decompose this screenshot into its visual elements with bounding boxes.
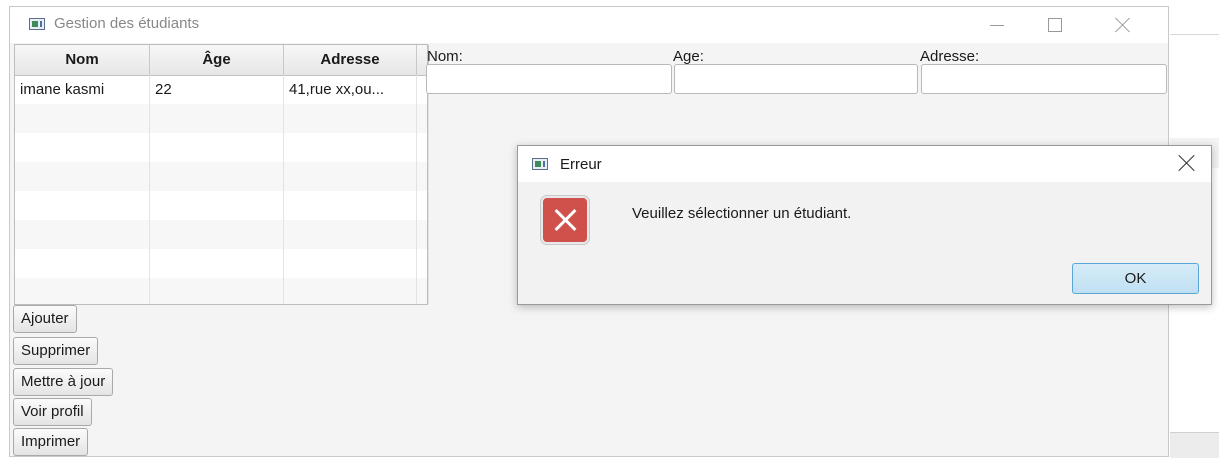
error-dialog: Erreur Veuillez sélectionner un étudiant…: [517, 145, 1212, 305]
empty-cell: [417, 133, 429, 162]
empty-cell: [284, 133, 417, 162]
column-header-nom[interactable]: Nom: [15, 45, 150, 75]
empty-cell: [417, 220, 429, 249]
empty-cell: [284, 162, 417, 191]
empty-cell: [150, 162, 284, 191]
table-header: Nom Âge Adresse: [15, 45, 429, 76]
delete-button[interactable]: Supprimer: [13, 337, 99, 365]
close-icon: [1115, 17, 1131, 33]
empty-cell: [417, 162, 429, 191]
background-window-edge: [0, 0, 9, 457]
dialog-close-icon[interactable]: [1178, 154, 1196, 172]
empty-row: [15, 249, 429, 278]
close-button[interactable]: [1108, 13, 1138, 37]
column-header-adresse[interactable]: Adresse: [284, 45, 417, 75]
ok-button[interactable]: OK: [1072, 263, 1199, 294]
dialog-title: Erreur: [560, 156, 602, 173]
students-table[interactable]: Nom Âge Adresse imane kasmi 22 41,rue xx…: [14, 44, 429, 305]
empty-row: [15, 220, 429, 249]
table-row[interactable]: imane kasmi 22 41,rue xx,ou...: [15, 75, 429, 104]
empty-row: [15, 278, 429, 304]
add-button[interactable]: Ajouter: [13, 305, 77, 333]
empty-cell: [15, 191, 150, 220]
cell-age: 22: [150, 75, 284, 104]
empty-cell: [15, 220, 150, 249]
empty-cell: [15, 133, 150, 162]
empty-cell: [150, 249, 284, 278]
empty-cell: [15, 249, 150, 278]
adresse-label: Adresse:: [920, 48, 980, 65]
empty-cell: [15, 104, 150, 133]
nom-label: Nom:: [427, 48, 463, 65]
background-footer: [1170, 432, 1219, 458]
empty-cell: [150, 133, 284, 162]
error-icon: [541, 196, 589, 244]
empty-cell: [284, 249, 417, 278]
age-input[interactable]: [674, 64, 918, 94]
empty-cell: [284, 191, 417, 220]
nom-input[interactable]: [426, 64, 672, 94]
empty-cell: [417, 191, 429, 220]
column-header-age[interactable]: Âge: [150, 45, 284, 75]
background-divider: [1170, 34, 1219, 35]
update-button[interactable]: Mettre à jour: [13, 368, 114, 396]
empty-cell: [284, 104, 417, 133]
age-label: Age:: [673, 48, 704, 65]
empty-cell: [150, 220, 284, 249]
empty-cell: [15, 162, 150, 191]
empty-cell: [284, 278, 417, 304]
window-title: Gestion des étudiants: [54, 15, 200, 32]
dialog-titlebar[interactable]: Erreur: [518, 146, 1211, 182]
main-titlebar[interactable]: Gestion des étudiants: [10, 7, 1168, 43]
empty-row: [15, 191, 429, 220]
empty-row: [15, 133, 429, 162]
dialog-app-icon: [532, 158, 548, 170]
empty-row: [15, 104, 429, 133]
cell-adresse: 41,rue xx,ou...: [284, 75, 417, 104]
view-profile-button[interactable]: Voir profil: [13, 398, 92, 426]
empty-row: [15, 162, 429, 191]
minimize-button[interactable]: [982, 13, 1012, 37]
print-button[interactable]: Imprimer: [13, 428, 89, 456]
cell-nom: imane kasmi: [15, 75, 150, 104]
empty-cell: [150, 278, 284, 304]
empty-cell: [150, 104, 284, 133]
empty-cell: [417, 249, 429, 278]
maximize-button[interactable]: [1040, 13, 1070, 37]
empty-cell: [417, 278, 429, 304]
empty-cell: [284, 220, 417, 249]
empty-cell: [150, 191, 284, 220]
empty-cell: [15, 278, 150, 304]
dialog-message: Veuillez sélectionner un étudiant.: [632, 205, 852, 222]
empty-cell: [417, 104, 429, 133]
adresse-input[interactable]: [921, 64, 1167, 94]
app-icon: [29, 18, 45, 30]
